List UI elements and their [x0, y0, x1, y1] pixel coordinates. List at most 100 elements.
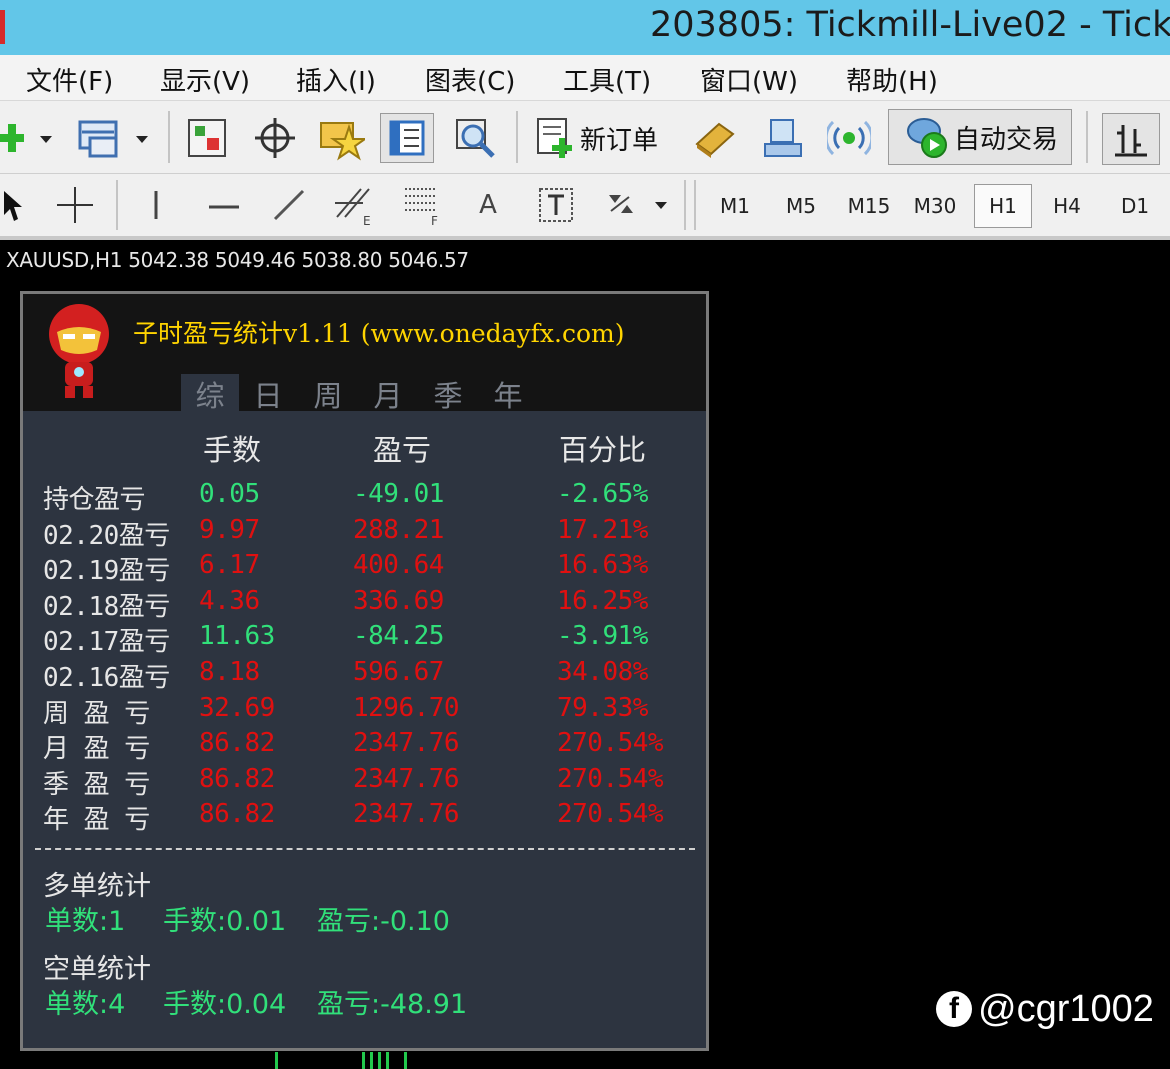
trendline-button[interactable] — [266, 182, 312, 228]
menu-help[interactable]: 帮助(H) — [846, 61, 938, 98]
timeframe-d1[interactable]: D1 — [1106, 184, 1164, 228]
cell-percent: 16.63% — [557, 550, 648, 581]
signals-button[interactable] — [824, 113, 874, 163]
new-chart-button[interactable] — [0, 119, 58, 159]
watermark-handle: @cgr1002 — [978, 987, 1154, 1030]
plus-icon — [0, 124, 52, 152]
tab-year[interactable]: 年 — [479, 374, 537, 414]
signal-icon — [827, 120, 871, 156]
candle-wick — [362, 1052, 365, 1069]
long-stats-heading: 多单统计 — [43, 871, 151, 902]
section-divider — [35, 848, 695, 850]
candle-wick — [275, 1052, 278, 1069]
crosshair-tool-button[interactable] — [52, 182, 98, 228]
profiles-icon — [78, 120, 148, 158]
profiles-button[interactable] — [74, 116, 154, 160]
cell-pnl: 596.67 — [353, 657, 444, 687]
cell-pnl: -84.25 — [353, 621, 444, 652]
tab-quarter[interactable]: 季 — [419, 374, 477, 414]
crosshair-icon — [255, 118, 295, 158]
long-lots: 手数:0.01 — [163, 906, 287, 937]
book-icon — [695, 122, 735, 158]
terminal-button[interactable] — [758, 113, 808, 163]
tab-month[interactable]: 月 — [359, 374, 417, 414]
menu-insert[interactable]: 插入(I) — [296, 61, 376, 98]
row-label: 02.18盈亏 — [43, 591, 170, 622]
row-label: 持仓盈亏 — [43, 485, 146, 515]
cell-lots: 9.97 — [199, 514, 260, 545]
menu-system-icon[interactable] — [0, 61, 6, 91]
timeframe-m30[interactable]: M30 — [906, 184, 964, 228]
long-order-count: 单数:1 — [45, 906, 126, 937]
timeframe-m15[interactable]: M15 — [840, 184, 898, 228]
row-label: 02.19盈亏 — [43, 556, 170, 587]
timeframe-m5[interactable]: M5 — [772, 184, 830, 228]
text-label-button[interactable] — [532, 180, 580, 230]
auto-trading-label: 自动交易 — [953, 124, 1058, 155]
svg-text:F: F — [431, 214, 438, 228]
navigator-icon — [389, 120, 425, 156]
cell-pnl: 400.64 — [353, 550, 444, 581]
horizontal-line-button[interactable] — [200, 182, 246, 228]
meta-editor-button[interactable] — [690, 113, 740, 163]
candle-wick — [404, 1052, 407, 1069]
timeframe-h1[interactable]: H1 — [974, 184, 1032, 228]
favorites-button[interactable] — [316, 113, 366, 161]
cell-lots: 6.17 — [199, 550, 260, 581]
svg-text:E: E — [363, 214, 371, 228]
cell-lots: 4.36 — [199, 585, 260, 616]
short-pnl: 盈亏:-48.91 — [317, 989, 468, 1020]
market-watch-button[interactable] — [184, 115, 230, 161]
crosshair-button[interactable] — [250, 115, 300, 161]
menu-view[interactable]: 显示(V) — [160, 61, 250, 98]
short-order-count: 单数:4 — [45, 989, 126, 1020]
cell-percent: 79.33% — [557, 692, 648, 723]
trendline-icon — [273, 189, 305, 221]
tab-day[interactable]: 日 — [239, 374, 297, 414]
facebook-icon: f — [936, 991, 972, 1027]
menu-tools[interactable]: 工具(T) — [563, 61, 651, 98]
text-tool-button[interactable]: A — [466, 182, 510, 228]
channel-icon: E — [335, 188, 371, 228]
cell-pnl: 2347.76 — [353, 728, 460, 759]
cursor-arrow-icon — [4, 191, 22, 221]
period-separators-button[interactable] — [1102, 113, 1160, 165]
tab-overview[interactable]: 综 — [181, 374, 239, 414]
strategy-tester-button[interactable] — [450, 113, 500, 163]
cursor-button[interactable] — [0, 182, 30, 228]
cell-percent: 270.54% — [557, 763, 664, 794]
timeframe-m1[interactable]: M1 — [706, 184, 764, 228]
candle-wick — [386, 1052, 389, 1069]
cell-pnl: 336.69 — [353, 585, 444, 616]
new-order-label: 新订单 — [580, 125, 659, 156]
row-label: 02.17盈亏 — [43, 627, 170, 658]
navigator-button[interactable] — [380, 113, 434, 163]
cell-pnl: 1296.70 — [353, 692, 460, 723]
new-order-button[interactable]: 新订单 — [532, 113, 658, 163]
row-label: 季 盈 亏 — [43, 769, 150, 800]
cell-percent: 270.54% — [557, 799, 664, 830]
menu-file[interactable]: 文件(F) — [26, 61, 113, 98]
menu-window[interactable]: 窗口(W) — [700, 61, 798, 98]
candle-wick — [370, 1052, 373, 1069]
watermark: f @cgr1002 — [936, 985, 1154, 1033]
window-title: 203805: Tickmill-Live02 - Tickmill — [650, 5, 1170, 45]
cell-percent: 17.21% — [557, 514, 648, 545]
text-label-icon — [539, 188, 573, 222]
panel-header: 子时盈亏统计v1.11 (www.onedayfx.com) 综 日 周 月 季… — [23, 294, 706, 414]
long-pnl: 盈亏:-0.10 — [317, 906, 450, 937]
column-header-pnl: 盈亏 — [373, 433, 432, 467]
cell-lots: 86.82 — [199, 799, 275, 830]
bar-chart-icon — [1115, 125, 1147, 157]
vertical-line-button[interactable] — [134, 182, 178, 228]
cell-pnl: 2347.76 — [353, 799, 460, 830]
auto-trading-button[interactable]: 自动交易 — [888, 109, 1072, 165]
timeframe-h4[interactable]: H4 — [1038, 184, 1096, 228]
arrows-button[interactable] — [598, 180, 672, 230]
tab-week[interactable]: 周 — [299, 374, 357, 414]
equidistant-channel-button[interactable]: E — [330, 180, 380, 230]
menu-charts[interactable]: 图表(C) — [425, 61, 515, 98]
fibonacci-button[interactable]: F — [398, 180, 448, 230]
auto-trading-icon — [906, 118, 947, 158]
app-icon — [0, 10, 5, 44]
